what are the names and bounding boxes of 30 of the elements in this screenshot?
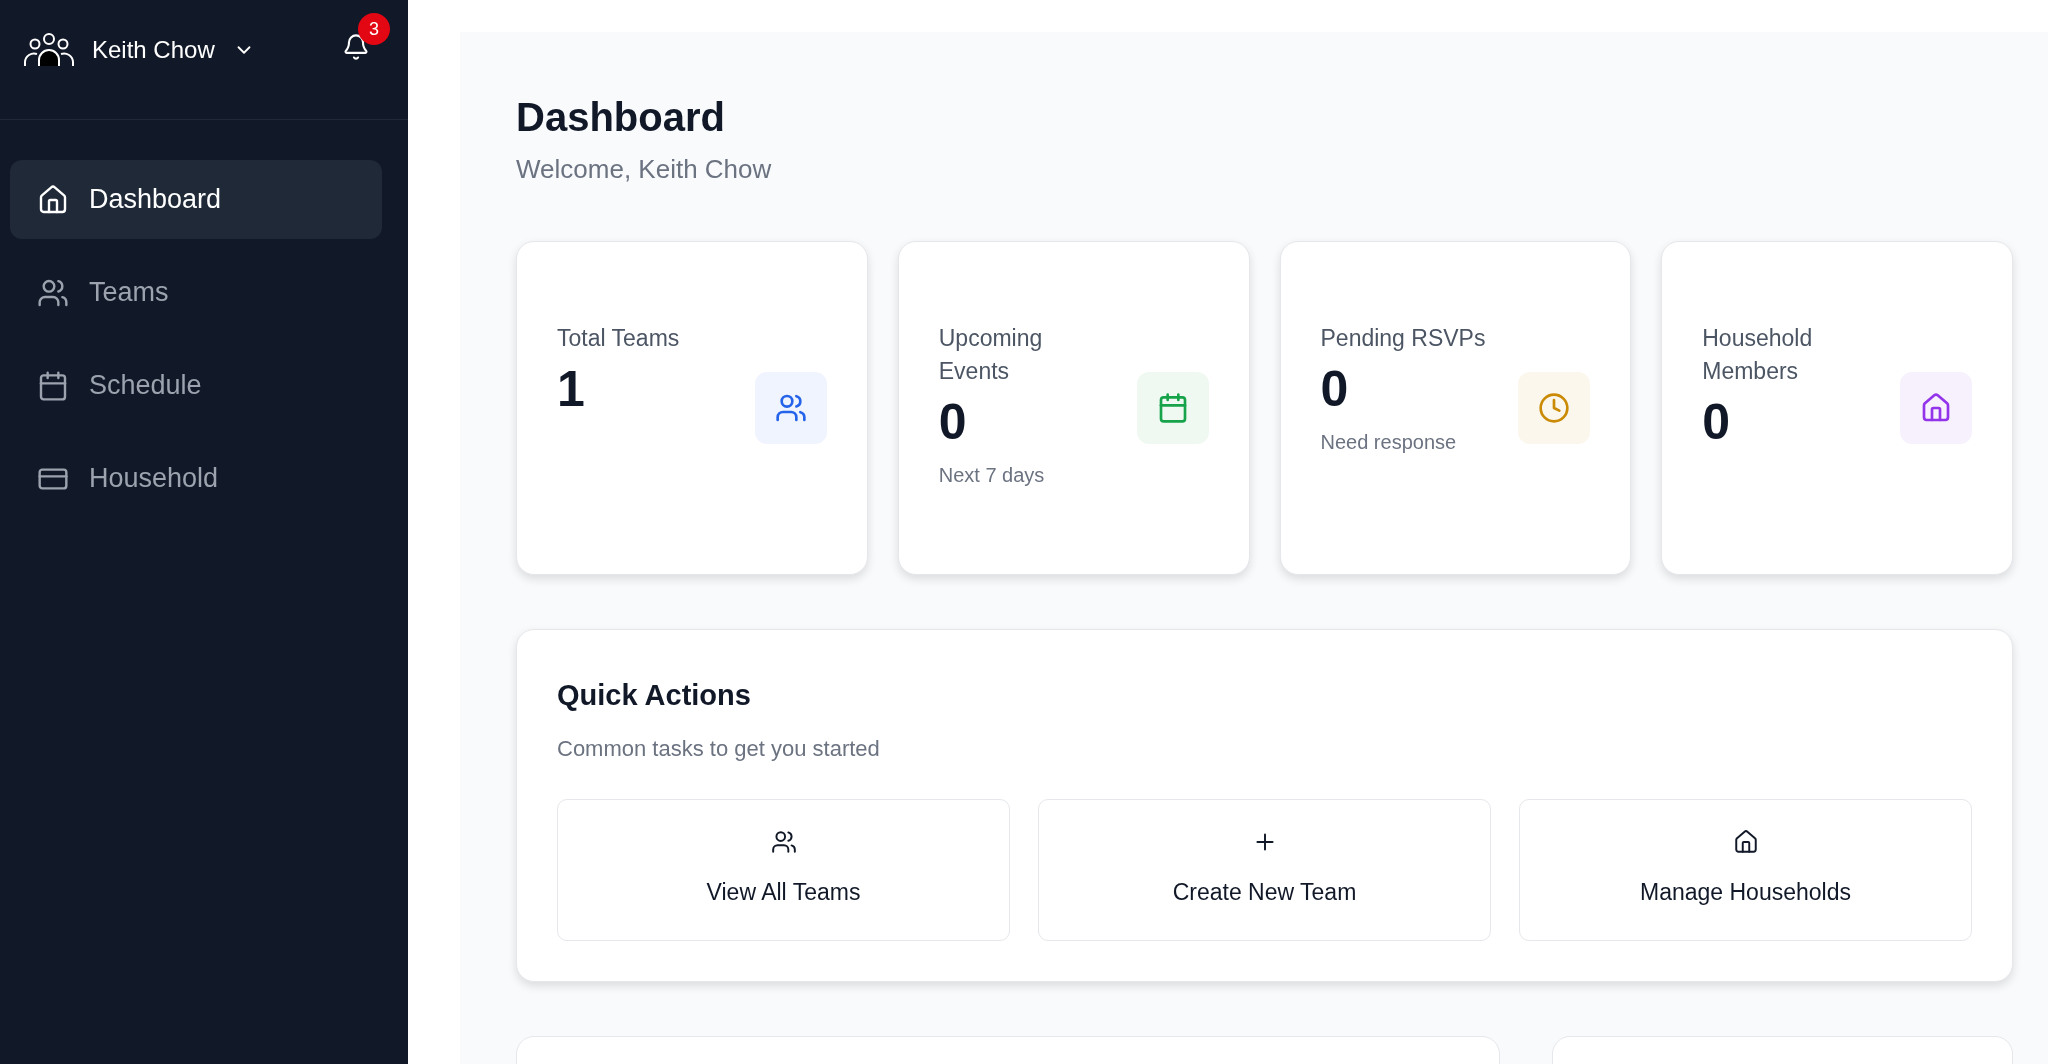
stat-value: 0 xyxy=(1702,393,1732,452)
page-subtitle: Welcome, Keith Chow xyxy=(516,153,773,186)
action-button[interactable]: Manage Households xyxy=(1519,798,1972,941)
stat-label: Household Members xyxy=(1702,324,1814,386)
house-icon xyxy=(37,183,69,216)
stat-value: 1 xyxy=(557,360,586,419)
house-icon xyxy=(1732,829,1759,856)
stat-value: 0 xyxy=(1320,360,1350,419)
group-icon xyxy=(24,31,74,68)
stat-label: Pending RSVPs xyxy=(1320,324,1487,353)
user-name: Keith Chow xyxy=(92,34,215,65)
action-button[interactable]: Create New Team xyxy=(1038,798,1491,941)
user-menu[interactable]: Keith Chow xyxy=(24,31,255,68)
stat-note: Next 7 days xyxy=(938,463,1046,488)
people-icon xyxy=(770,829,797,856)
nav-item[interactable]: Schedule xyxy=(10,346,382,425)
stat-value: 0 xyxy=(938,393,968,452)
stat-label: Upcoming Events xyxy=(938,324,1044,386)
stat-label: Total Teams xyxy=(557,324,681,353)
nav-item[interactable]: Household xyxy=(10,439,382,518)
stat-note: Need response xyxy=(1320,430,1458,455)
bell-icon xyxy=(342,33,370,61)
action-button[interactable]: View All Teams xyxy=(557,798,1010,941)
nav-item[interactable]: Dashboard xyxy=(10,160,382,239)
page-title: Dashboard xyxy=(516,94,726,141)
section-title: Quick Actions xyxy=(557,678,752,713)
nav-item[interactable]: Teams xyxy=(10,253,382,332)
calendar-icon xyxy=(37,369,69,402)
notification-badge: 3 xyxy=(358,13,390,45)
section-subtitle: Common tasks to get you started xyxy=(557,734,881,763)
